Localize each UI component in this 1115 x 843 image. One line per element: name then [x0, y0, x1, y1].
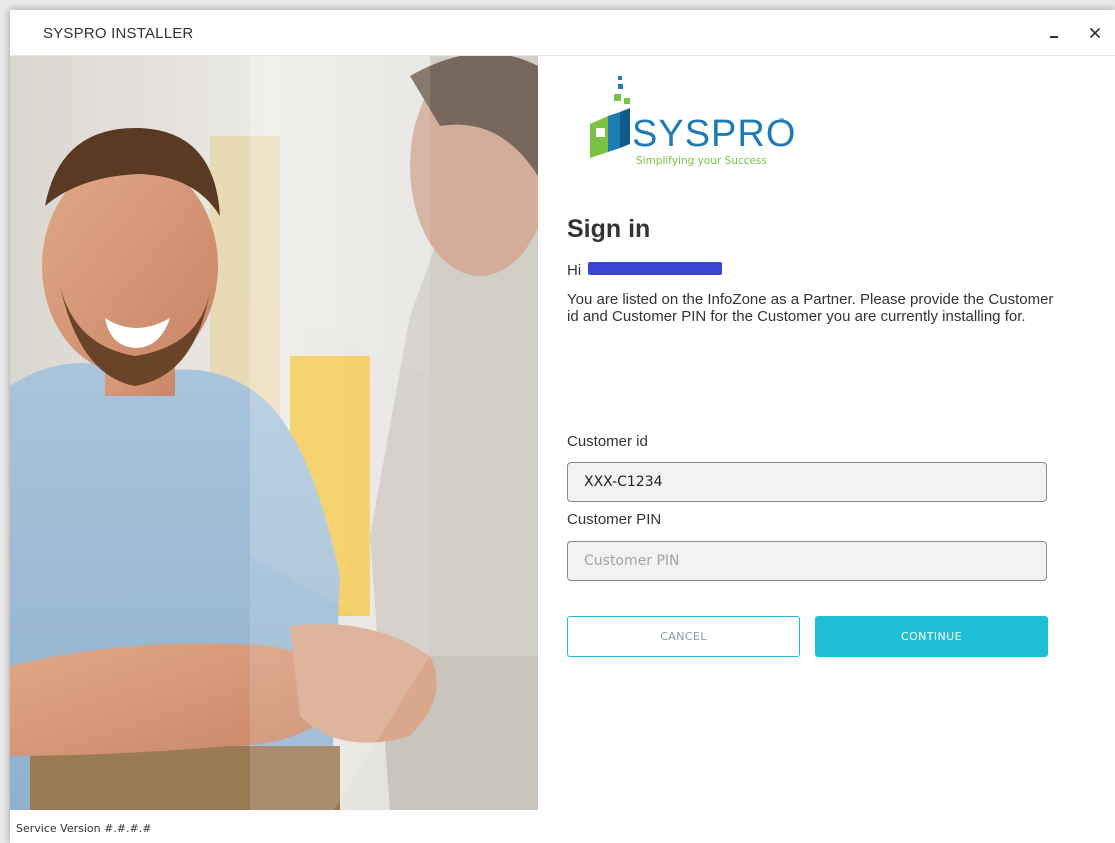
- customer-pin-label: Customer PIN: [567, 511, 662, 528]
- customer-id-input[interactable]: [567, 462, 1047, 502]
- syspro-logo: SYSPRO ™ Simplifying your Success: [584, 68, 804, 178]
- close-icon: [1089, 27, 1101, 39]
- minimize-icon: [1050, 36, 1058, 38]
- logo-wordmark: SYSPRO: [632, 113, 796, 155]
- signin-description: You are listed on the InfoZone as a Part…: [567, 291, 1054, 325]
- close-button[interactable]: [1082, 20, 1108, 46]
- customer-pin-input[interactable]: [567, 541, 1047, 581]
- redacted-username: [588, 262, 722, 275]
- handshake-photo: [10, 56, 538, 810]
- cancel-button[interactable]: CANCEL: [567, 616, 800, 657]
- window-title: SYSPRO INSTALLER: [43, 25, 194, 42]
- title-bar[interactable]: SYSPRO INSTALLER: [10, 10, 1115, 56]
- signin-title: Sign in: [567, 215, 651, 243]
- minimize-button[interactable]: [1042, 20, 1068, 46]
- greeting-text: Hi: [567, 262, 582, 279]
- customer-id-label: Customer id: [567, 433, 648, 450]
- logo-trademark: ™: [778, 117, 786, 126]
- logo-tagline: Simplifying your Success: [636, 155, 767, 167]
- service-version: Service Version #.#.#.#: [16, 822, 152, 835]
- continue-button[interactable]: CONTINUE: [815, 616, 1048, 657]
- installer-window: SYSPRO INSTALLER SYSPRO ™ Simplifying yo…: [10, 10, 1115, 843]
